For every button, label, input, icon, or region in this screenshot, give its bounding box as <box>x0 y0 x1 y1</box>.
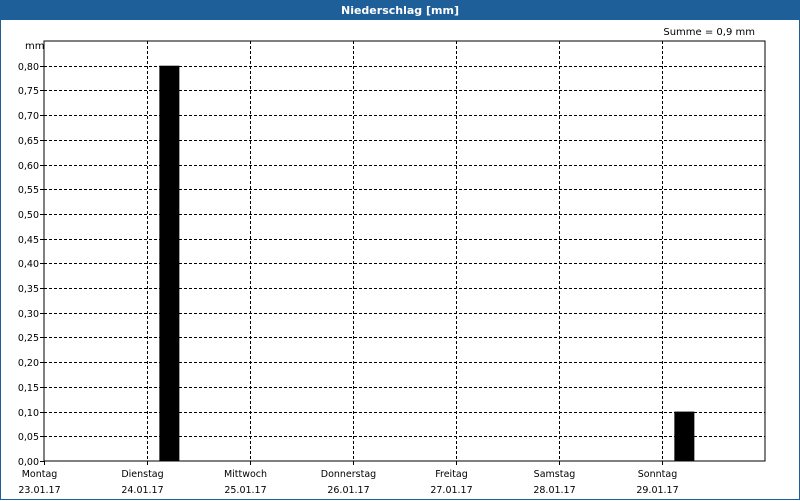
y-tick-label: 0,65 <box>18 136 39 147</box>
y-tick-label: 0,00 <box>18 457 39 468</box>
y-tick-label: 0,15 <box>18 383 39 394</box>
x-date-label: 28.01.17 <box>533 485 575 496</box>
y-tick-label: 0,70 <box>18 111 39 122</box>
plot-area <box>43 40 766 462</box>
y-tick-label: 0,30 <box>18 309 39 320</box>
x-date-label: 29.01.17 <box>636 485 678 496</box>
x-date-label: 26.01.17 <box>327 485 369 496</box>
x-day-label: Dienstag <box>121 469 163 480</box>
y-tick-label: 0,10 <box>18 408 39 419</box>
x-day-label: Freitag <box>435 469 468 480</box>
y-tick-label: 0,40 <box>18 259 39 270</box>
y-tick-label: 0,50 <box>18 210 39 221</box>
y-tick-label: 0,25 <box>18 333 39 344</box>
x-date-label: 24.01.17 <box>121 485 163 496</box>
y-tick-label: 0,20 <box>18 358 39 369</box>
x-date-label: 25.01.17 <box>224 485 266 496</box>
y-tick-label: 0,80 <box>18 62 39 73</box>
precipitation-chart: 0,00 0,05 0,10 0,15 0,20 0,25 0,30 0,35 0,40 0,45… <box>18 40 766 496</box>
precipitation-bar <box>674 411 695 461</box>
y-tick-label: 0,05 <box>18 432 39 443</box>
y-tick-label: 0,60 <box>18 161 39 172</box>
x-day-label: Mittwoch <box>224 469 267 480</box>
x-day-label: Sonntag <box>638 469 677 480</box>
chart-window: Niederschlag [mm] Summe = 0,9 mm mm 0,00… <box>0 0 800 500</box>
x-day-label: Samstag <box>534 469 576 480</box>
x-date-label: 27.01.17 <box>430 485 472 496</box>
y-tick-label: 0,75 <box>18 86 39 97</box>
x-day-label: Donnerstag <box>321 469 376 480</box>
y-tick-label: 0,35 <box>18 284 39 295</box>
x-date-label: 23.01.17 <box>18 485 60 496</box>
precipitation-bar <box>159 65 180 462</box>
y-tick-label: 0,45 <box>18 235 39 246</box>
y-tick-label: 0,55 <box>18 185 39 196</box>
x-day-label: Montag <box>22 469 58 480</box>
